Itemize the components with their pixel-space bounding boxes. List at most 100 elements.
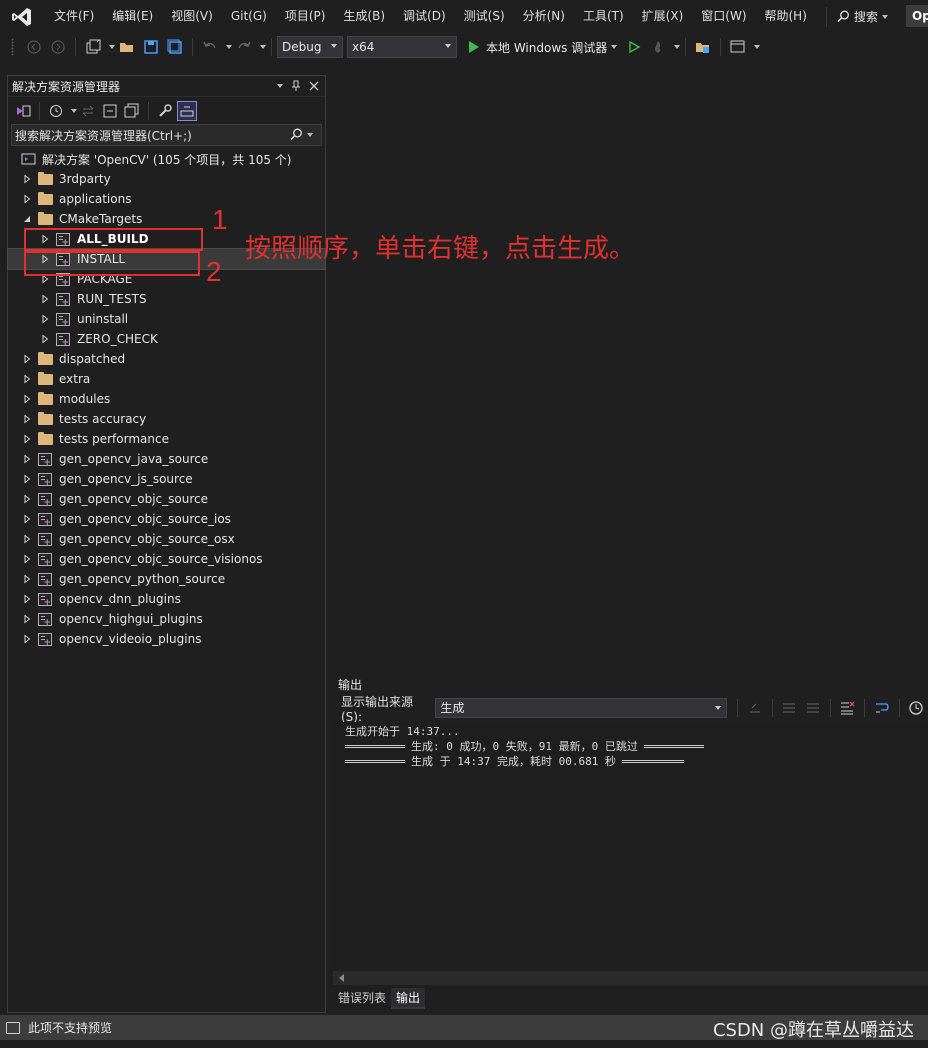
chevron-down-icon[interactable] [226, 45, 232, 49]
output-horizontal-scrollbar[interactable] [333, 971, 928, 985]
start-debugging-button[interactable]: 本地 Windows 调试器 [469, 39, 618, 56]
expand-arrow-icon[interactable] [22, 609, 32, 629]
menu-edit[interactable]: 编辑(E) [103, 0, 162, 33]
expand-arrow-icon[interactable] [40, 289, 50, 309]
solution-node[interactable]: 解决方案 'OpenCV' (105 个项目，共 105 个) [8, 149, 325, 169]
scroll-left-icon[interactable] [339, 974, 344, 982]
new-project-icon[interactable] [84, 38, 102, 56]
undo-icon[interactable] [201, 38, 219, 56]
expand-arrow-icon[interactable] [22, 409, 32, 429]
menu-debug[interactable]: 调试(D) [394, 0, 455, 33]
expand-arrow-icon[interactable] [22, 629, 32, 649]
expand-arrow-icon[interactable] [22, 529, 32, 549]
show-all-files-icon[interactable] [123, 102, 141, 120]
properties-wrench-icon[interactable] [156, 102, 174, 120]
tree-folder-node[interactable]: modules [8, 389, 325, 409]
tree-project-node[interactable]: gen_opencv_objc_source_osx [8, 529, 325, 549]
panel-options-icon[interactable] [277, 84, 283, 88]
expand-arrow-icon[interactable] [22, 349, 32, 369]
tree-project-node[interactable]: ZERO_CHECK [8, 329, 325, 349]
expand-arrow-icon[interactable] [22, 509, 32, 529]
output-source-select[interactable]: 生成 [435, 698, 728, 718]
tree-project-node[interactable]: opencv_highgui_plugins [8, 609, 325, 629]
open-folder-icon[interactable] [118, 38, 136, 56]
visual-studio-logo-icon[interactable] [11, 6, 33, 28]
platform-select[interactable]: x64 [347, 36, 457, 58]
expand-arrow-icon[interactable] [22, 489, 32, 509]
menu-view[interactable]: 视图(V) [162, 0, 222, 33]
tab-output[interactable]: 输出 [391, 988, 426, 1009]
tree-folder-node[interactable]: extra [8, 369, 325, 389]
configuration-select[interactable]: Debug [277, 36, 343, 58]
tree-project-node[interactable]: gen_opencv_objc_source_ios [8, 509, 325, 529]
expand-arrow-icon[interactable] [22, 169, 32, 189]
expand-arrow-icon[interactable] [22, 449, 32, 469]
tree-project-node[interactable]: RUN_TESTS [8, 289, 325, 309]
preview-selected-items-icon[interactable] [177, 100, 197, 121]
expand-arrow-icon[interactable] [22, 569, 32, 589]
tree-project-node[interactable]: gen_opencv_python_source [8, 569, 325, 589]
tree-folder-node[interactable]: dispatched [8, 349, 325, 369]
save-icon[interactable] [142, 38, 160, 56]
menu-project[interactable]: 项目(P) [276, 0, 335, 33]
solution-title-badge[interactable]: Op [906, 5, 928, 27]
tree-folder-node[interactable]: tests performance [8, 429, 325, 449]
tree-project-node[interactable]: gen_opencv_js_source [8, 469, 325, 489]
expand-arrow-icon[interactable] [22, 389, 32, 409]
chevron-down-icon[interactable] [674, 45, 681, 49]
collapse-all-icon[interactable] [101, 102, 119, 120]
sync-with-active-document-icon[interactable] [79, 102, 97, 120]
menu-file[interactable]: 文件(F) [45, 0, 103, 33]
start-without-debugging-icon[interactable] [625, 38, 643, 56]
window-layout-icon[interactable] [729, 38, 747, 56]
menu-build[interactable]: 生成(B) [334, 0, 394, 33]
solution-folder-icon[interactable] [694, 38, 712, 56]
expand-arrow-icon[interactable] [22, 549, 32, 569]
clear-all-icon[interactable] [839, 699, 857, 717]
tree-project-node[interactable]: opencv_dnn_plugins [8, 589, 325, 609]
redo-icon[interactable] [235, 38, 253, 56]
menu-help[interactable]: 帮助(H) [756, 0, 816, 33]
menu-tools[interactable]: 工具(T) [574, 0, 633, 33]
save-all-icon[interactable] [166, 38, 184, 56]
expanded-arrow-icon[interactable] [22, 209, 32, 229]
chevron-down-icon[interactable] [754, 45, 761, 49]
output-text-area[interactable]: 生成开始于 14:37... 生成: 0 成功，0 失败，91 最新，0 已跳过… [333, 722, 928, 969]
tree-folder-node[interactable]: CMakeTargets [8, 209, 325, 229]
toggle-word-wrap-icon[interactable] [873, 699, 891, 717]
pending-changes-filter-icon[interactable] [47, 102, 65, 120]
tree-project-node[interactable]: opencv_videoio_plugins [8, 629, 325, 649]
menu-analyze[interactable]: 分析(N) [514, 0, 574, 33]
tree-project-node[interactable]: gen_opencv_objc_source_visionos [8, 549, 325, 569]
pin-icon[interactable] [291, 80, 301, 92]
switch-views-icon[interactable] [14, 102, 32, 120]
expand-arrow-icon[interactable] [40, 309, 50, 329]
menu-window[interactable]: 窗口(W) [692, 0, 755, 33]
tab-error-list[interactable]: 错误列表 [333, 988, 391, 1009]
next-message-icon[interactable] [804, 699, 822, 717]
expand-arrow-icon[interactable] [22, 469, 32, 489]
tree-project-node[interactable]: gen_opencv_objc_source [8, 489, 325, 509]
expand-arrow-icon[interactable] [22, 429, 32, 449]
menu-git[interactable]: Git(G) [222, 0, 276, 33]
toolbar-grip[interactable] [11, 38, 14, 56]
menu-search-button[interactable]: 搜索 [825, 6, 888, 27]
menu-extensions[interactable]: 扩展(X) [633, 0, 693, 33]
previous-message-icon[interactable] [781, 699, 799, 717]
navigate-forward-icon[interactable] [49, 38, 67, 56]
tree-project-node[interactable]: gen_opencv_java_source [8, 449, 325, 469]
close-icon[interactable] [309, 81, 319, 91]
expand-arrow-icon[interactable] [22, 369, 32, 389]
find-message-in-code-icon[interactable] [746, 699, 764, 717]
tree-folder-node[interactable]: tests accuracy [8, 409, 325, 429]
search-options[interactable] [290, 128, 313, 141]
menu-test[interactable]: 测试(S) [455, 0, 514, 33]
tree-folder-node[interactable]: applications [8, 189, 325, 209]
chevron-down-icon[interactable] [260, 45, 266, 49]
tree-project-node[interactable]: uninstall [8, 309, 325, 329]
hot-reload-icon[interactable] [649, 38, 667, 56]
show-timestamps-icon[interactable] [908, 699, 926, 717]
expand-arrow-icon[interactable] [22, 189, 32, 209]
expand-arrow-icon[interactable] [40, 329, 50, 349]
chevron-down-icon[interactable] [71, 108, 77, 113]
